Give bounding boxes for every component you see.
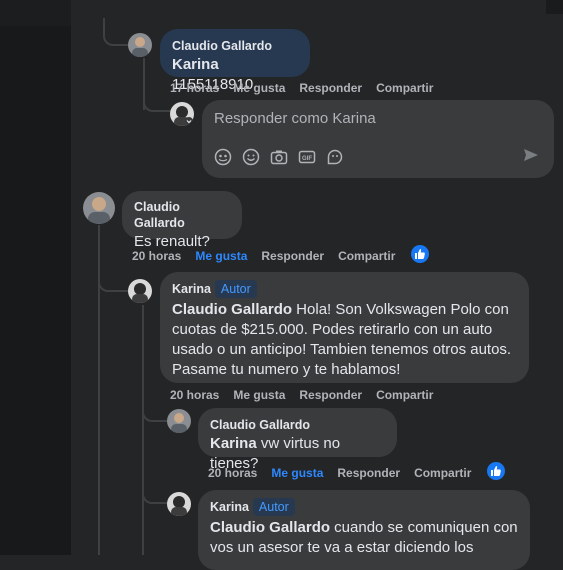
share-button[interactable]: Compartir <box>338 249 395 263</box>
left-panel <box>0 0 71 555</box>
mention[interactable]: Karina <box>210 435 257 452</box>
comment-text-line: Pasame tu numero y te hablamos! <box>172 361 401 378</box>
comment-text-line: usado o un anticipo! Tambien tenemos otr… <box>172 341 512 358</box>
like-button[interactable]: Me gusta <box>271 466 323 480</box>
emoji-icon[interactable] <box>242 148 260 166</box>
comment-time[interactable]: 20 horas <box>208 466 257 480</box>
comment-bubble: Claudio Gallardo Es renault? <box>122 191 242 250</box>
composer-tools: GIF <box>214 148 344 166</box>
avatar-icon[interactable] <box>214 148 232 166</box>
reply-button[interactable]: Responder <box>299 81 362 95</box>
avatar <box>170 102 194 126</box>
author-badge: Autor <box>214 280 257 298</box>
comment-text: Claudio Gallardo Hola! Son Volkswagen Po… <box>172 300 517 380</box>
comment-time[interactable]: 20 horas <box>132 249 181 263</box>
like-icon[interactable] <box>487 462 505 480</box>
thread-line <box>143 90 171 112</box>
comment-text: Claudio Gallardo cuando se comuniquen co… <box>210 518 518 558</box>
mention[interactable]: Claudio Gallardo <box>172 301 292 318</box>
avatar[interactable] <box>128 279 152 303</box>
comment-time[interactable]: 20 horas <box>170 388 219 402</box>
share-button[interactable]: Compartir <box>376 388 433 402</box>
avatar[interactable] <box>83 192 115 224</box>
mention[interactable]: Claudio Gallardo <box>210 519 330 536</box>
thread-line <box>142 480 169 504</box>
comment-bubble: Karina Autor Claudio Gallardo cuando se c… <box>198 490 530 570</box>
avatar[interactable] <box>167 409 191 433</box>
comment-actions: 17 horas Me gusta Responder Compartir <box>170 81 433 95</box>
mention[interactable]: Karina <box>172 56 219 73</box>
comment-time[interactable]: 17 horas <box>170 81 219 95</box>
comment-text-line: cuotas de $215.000. Podes retirarlo con … <box>172 321 493 338</box>
thread-line <box>142 305 144 555</box>
thread-line <box>98 270 128 292</box>
comment-actions: 20 horas Me gusta Responder Compartir <box>208 466 471 480</box>
avatar[interactable] <box>128 33 152 57</box>
comment-text-line: cuando se comuniquen con <box>330 519 518 536</box>
gif-icon[interactable]: GIF <box>298 148 316 166</box>
svg-text:GIF: GIF <box>302 156 312 162</box>
like-button[interactable]: Me gusta <box>233 388 285 402</box>
comment-bubble: Claudio Gallardo Karina 1155118910 <box>160 29 310 93</box>
reply-button[interactable]: Responder <box>261 249 324 263</box>
camera-icon[interactable] <box>270 148 288 166</box>
share-button[interactable]: Compartir <box>376 81 433 95</box>
like-icon[interactable] <box>411 245 429 263</box>
comment-text-line: vos un asesor te va a estar diciendo los <box>210 539 474 556</box>
send-icon[interactable] <box>522 146 540 164</box>
reply-button[interactable]: Responder <box>299 388 362 402</box>
thread-line <box>142 400 169 422</box>
comment-actions: 20 horas Me gusta Responder Compartir <box>132 249 395 263</box>
comment-author[interactable]: Claudio Gallardo <box>172 38 272 54</box>
reply-button[interactable]: Responder <box>337 466 400 480</box>
comment-bubble: Claudio Gallardo Karina vw virtus no tie… <box>198 408 397 472</box>
like-button[interactable]: Me gusta <box>195 249 247 263</box>
top-strip <box>0 0 71 26</box>
comment-actions: 20 horas Me gusta Responder Compartir <box>170 388 433 402</box>
top-right-corner <box>546 0 563 14</box>
comment-author[interactable]: Karina <box>172 281 211 297</box>
comment-author[interactable]: Karina <box>210 499 249 515</box>
comment-bubble: Karina Autor Claudio Gallardo Hola! Son V… <box>160 272 529 383</box>
author-badge: Autor <box>252 498 295 516</box>
comment-text-line: Hola! Son Volkswagen Polo con <box>292 301 509 318</box>
thread-line <box>103 18 130 46</box>
reply-input[interactable] <box>214 110 534 127</box>
comment-author[interactable]: Claudio Gallardo <box>134 199 230 231</box>
like-button[interactable]: Me gusta <box>233 81 285 95</box>
share-button[interactable]: Compartir <box>414 466 471 480</box>
avatar[interactable] <box>167 492 191 516</box>
comment-author[interactable]: Claudio Gallardo <box>210 417 310 433</box>
sticker-icon[interactable] <box>326 148 344 166</box>
reply-box: GIF <box>202 100 554 178</box>
